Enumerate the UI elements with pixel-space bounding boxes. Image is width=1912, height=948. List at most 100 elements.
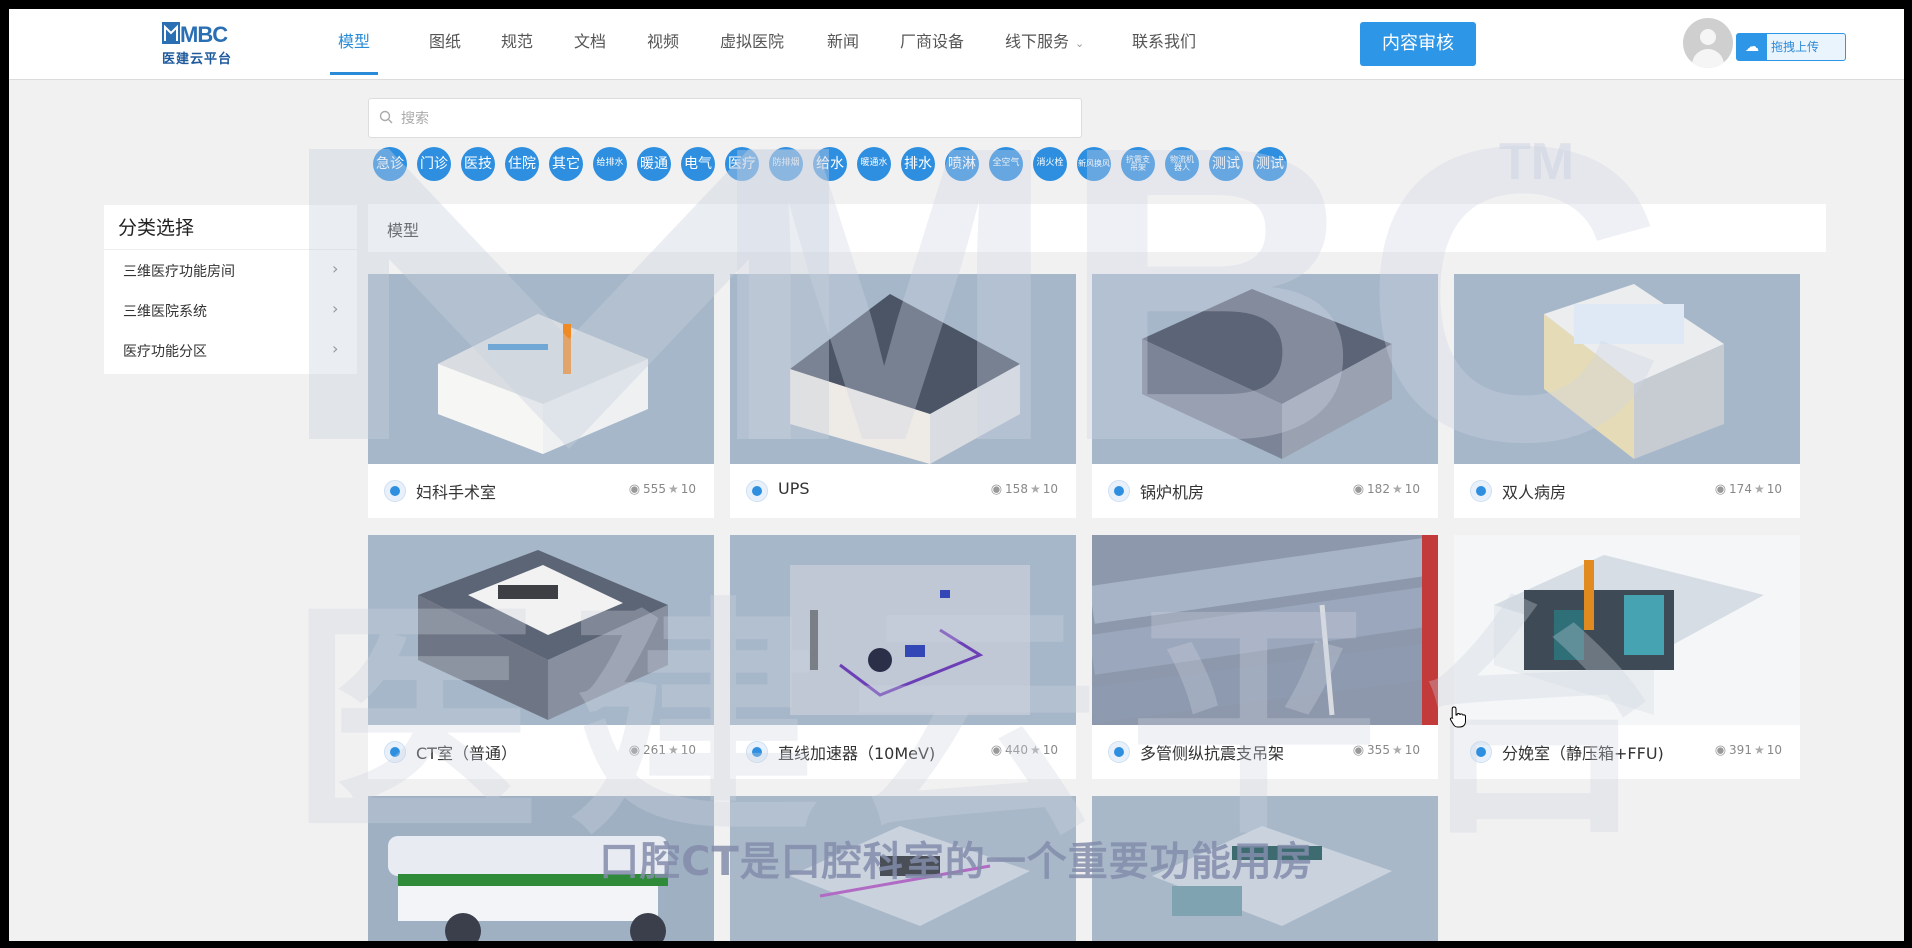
model-name: CT室（普通） bbox=[416, 744, 517, 763]
model-card[interactable]: 直线加速器（10MeV) ◉ 440 ★ 10 bbox=[730, 535, 1076, 779]
model-card[interactable]: CT室（普通） ◉ 261 ★ 10 bbox=[368, 535, 714, 779]
tag-label: 全空气 bbox=[992, 158, 1020, 169]
tag-filter[interactable]: 消火栓 bbox=[1033, 147, 1067, 181]
star-count: 10 bbox=[1766, 743, 1782, 757]
eye-icon: ◉ bbox=[628, 743, 641, 758]
card-stats: ◉ 174 ★ 10 bbox=[1715, 482, 1782, 497]
nav-item[interactable]: 线下服务 ⌄ bbox=[1005, 9, 1084, 75]
card-footer: UPS ◉ 158 ★ 10 bbox=[730, 464, 1076, 518]
sidebar-category-item[interactable]: 三维医疗功能房间 › bbox=[104, 250, 357, 290]
nav-item[interactable]: 文档 bbox=[574, 9, 606, 75]
sidebar-item-label: 医疗功能分区 bbox=[123, 344, 207, 360]
eye-icon: ◉ bbox=[990, 482, 1003, 497]
model-card[interactable]: 妇科手术室 ◉ 555 ★ 10 bbox=[368, 274, 714, 518]
nav-item[interactable]: 规范 bbox=[501, 9, 533, 75]
tag-filter[interactable]: 物流机器人 bbox=[1165, 147, 1199, 181]
tag-filter[interactable]: 防排烟 bbox=[769, 147, 803, 181]
tag-filter[interactable]: 暖通 bbox=[637, 147, 671, 181]
nav-item-label: 视频 bbox=[647, 32, 680, 51]
tag-label: 门诊 bbox=[420, 155, 448, 172]
tag-label: 给排水 bbox=[596, 158, 624, 169]
tag-filter[interactable]: 医疗 bbox=[725, 147, 759, 181]
browser-viewport: MBC 医建云平台 模型 图纸 规范 文档 视频 虚拟医院 新闻 厂商设备 线下服务 ⌄ 联系我们 … bbox=[9, 9, 1904, 941]
model-type-icon bbox=[384, 480, 406, 502]
nav-item-label: 线下服务 bbox=[1005, 32, 1070, 51]
chevron-right-icon: › bbox=[332, 299, 339, 318]
chevron-right-icon: › bbox=[332, 339, 339, 358]
tag-filter[interactable]: 给排水 bbox=[593, 147, 627, 181]
sidebar-category-item[interactable]: 三维医院系统 › bbox=[104, 290, 357, 330]
model-card[interactable]: 分娩室（静压箱+FFU) ◉ 391 ★ 10 bbox=[1454, 535, 1800, 779]
tag-filter[interactable]: 住院 bbox=[505, 147, 539, 181]
nav-item-label: 文档 bbox=[574, 32, 607, 51]
model-name: 分娩室（静压箱+FFU) bbox=[1502, 744, 1664, 763]
view-count: 261 bbox=[643, 743, 666, 757]
view-count: 391 bbox=[1729, 743, 1752, 757]
model-type-icon bbox=[1470, 741, 1492, 763]
site-logo[interactable]: MBC 医建云平台 bbox=[162, 22, 252, 67]
model-card[interactable]: 双人病房 ◉ 174 ★ 10 bbox=[1454, 274, 1800, 518]
nav-item[interactable]: 图纸 bbox=[429, 9, 461, 75]
card-footer: 双人病房 ◉ 174 ★ 10 bbox=[1454, 464, 1800, 518]
star-count: 10 bbox=[1404, 743, 1420, 757]
nav-item[interactable]: 厂商设备 bbox=[900, 9, 964, 75]
sidebar-title: 分类选择 bbox=[118, 217, 195, 239]
drag-upload-button[interactable]: ☁ 拖拽上传 bbox=[1736, 33, 1846, 61]
search-input[interactable] bbox=[399, 99, 1073, 139]
sidebar-item-label: 三维医疗功能房间 bbox=[123, 264, 235, 280]
tag-filter[interactable]: 其它 bbox=[549, 147, 583, 181]
tag-filter[interactable]: 急诊 bbox=[373, 147, 407, 181]
star-count: 10 bbox=[680, 743, 696, 757]
sidebar-item-label: 三维医院系统 bbox=[123, 304, 207, 320]
tag-filter[interactable]: 测试 bbox=[1209, 147, 1243, 181]
tag-label: 急诊 bbox=[376, 155, 404, 172]
tag-filter[interactable]: 喷淋 bbox=[945, 147, 979, 181]
tag-filter[interactable]: 医技 bbox=[461, 147, 495, 181]
logo-subtitle: 医建云平台 bbox=[162, 52, 233, 67]
nav-item[interactable]: 模型 bbox=[330, 9, 379, 75]
model-type-icon bbox=[384, 741, 406, 763]
content-review-button[interactable]: 内容审核 bbox=[1360, 22, 1476, 66]
model-name: 直线加速器（10MeV) bbox=[778, 744, 936, 763]
card-footer: 直线加速器（10MeV) ◉ 440 ★ 10 bbox=[730, 725, 1076, 779]
tag-filter[interactable]: 新风换风 bbox=[1077, 147, 1111, 181]
model-card[interactable]: UPS ◉ 158 ★ 10 bbox=[730, 274, 1076, 518]
tag-filter[interactable]: 门诊 bbox=[417, 147, 451, 181]
model-card[interactable]: 锅炉机房 ◉ 182 ★ 10 bbox=[1092, 274, 1438, 518]
card-stats: ◉ 158 ★ 10 bbox=[991, 482, 1058, 497]
star-icon: ★ bbox=[1753, 482, 1765, 496]
model-thumbnail bbox=[1454, 274, 1800, 464]
avatar[interactable] bbox=[1683, 18, 1733, 68]
star-count: 10 bbox=[1404, 482, 1420, 496]
search-icon bbox=[379, 110, 393, 124]
nav-item[interactable]: 联系我们 bbox=[1132, 9, 1196, 75]
tag-filter[interactable]: 抗震支吊架 bbox=[1121, 147, 1155, 181]
tag-label: 新风换风 bbox=[1078, 158, 1110, 168]
star-icon: ★ bbox=[1753, 743, 1765, 757]
tag-filter[interactable]: 全空气 bbox=[989, 147, 1023, 181]
tag-filter[interactable]: 测试 bbox=[1253, 147, 1287, 181]
model-card[interactable]: 多管侧纵抗震支吊架 ◉ 355 ★ 10 bbox=[1092, 535, 1438, 779]
upload-label: 拖拽上传 bbox=[1771, 40, 1820, 54]
tag-label: 消火栓 bbox=[1036, 158, 1064, 169]
nav-item[interactable]: 新闻 bbox=[827, 9, 859, 75]
card-stats: ◉ 440 ★ 10 bbox=[991, 743, 1058, 758]
tag-filter[interactable]: 给水 bbox=[813, 147, 847, 181]
model-name: 妇科手术室 bbox=[416, 483, 497, 502]
star-icon: ★ bbox=[1391, 482, 1403, 496]
eye-icon: ◉ bbox=[1714, 743, 1727, 758]
card-stats: ◉ 182 ★ 10 bbox=[1353, 482, 1420, 497]
nav-item[interactable]: 虚拟医院 bbox=[720, 9, 784, 75]
nav-item[interactable]: 视频 bbox=[647, 9, 679, 75]
nav-item-label: 新闻 bbox=[827, 32, 860, 51]
tag-label: 住院 bbox=[508, 155, 536, 172]
sidebar-category-item[interactable]: 医疗功能分区 › bbox=[104, 330, 357, 370]
tag-filter[interactable]: 电气 bbox=[681, 147, 715, 181]
tag-label: 暖通 bbox=[640, 155, 668, 172]
tag-filter[interactable]: 暖通水 bbox=[857, 147, 891, 181]
card-stats: ◉ 261 ★ 10 bbox=[629, 743, 696, 758]
nav-item-label: 模型 bbox=[338, 32, 371, 51]
model-thumbnail bbox=[1092, 535, 1438, 725]
eye-icon: ◉ bbox=[1352, 482, 1365, 497]
tag-filter[interactable]: 排水 bbox=[901, 147, 935, 181]
